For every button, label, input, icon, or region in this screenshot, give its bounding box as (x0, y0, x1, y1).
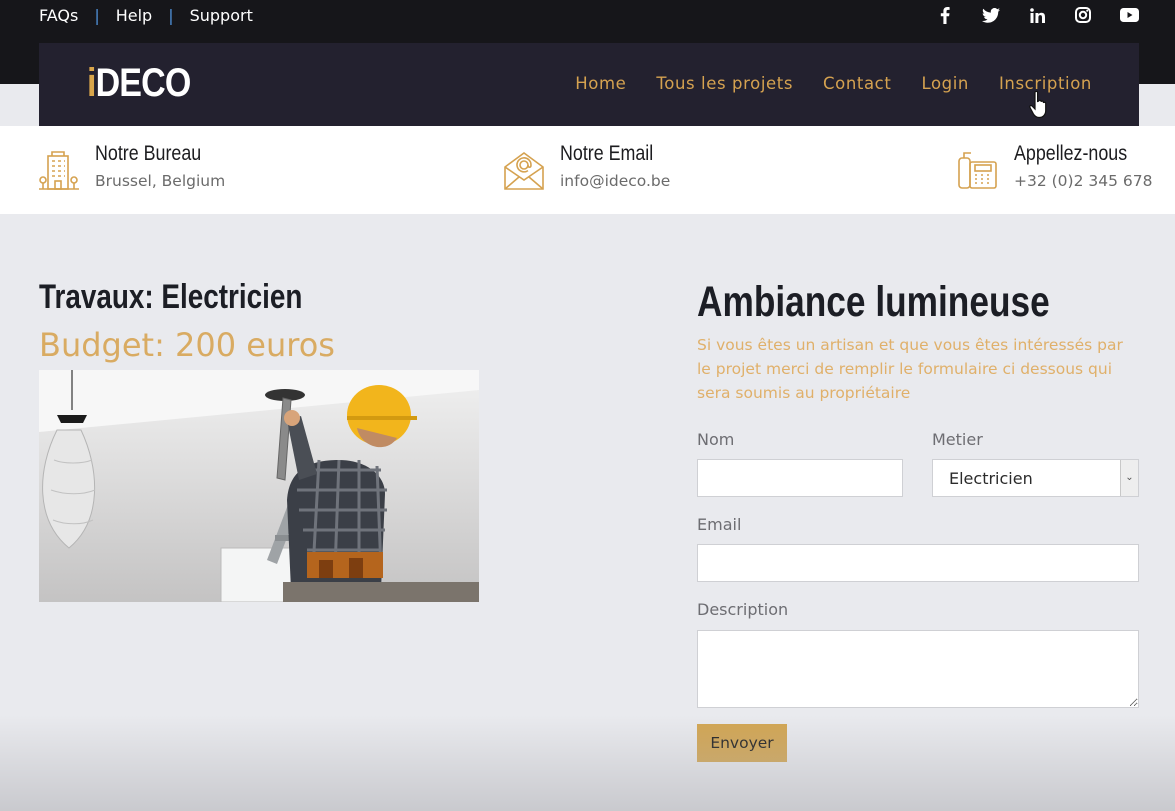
phone-info: Appellez-nous +32 (0)2 345 678 (958, 142, 1152, 192)
separator: | (94, 6, 100, 25)
email-info: Notre Email info@ideco.be (504, 142, 670, 192)
envelope-icon (504, 152, 544, 190)
submit-button[interactable]: Envoyer (697, 724, 787, 762)
nom-label: Nom (697, 430, 735, 449)
email-value[interactable]: info@ideco.be (560, 172, 670, 190)
instagram-icon[interactable] (1073, 5, 1093, 25)
email-title: Notre Email (560, 142, 654, 165)
office-value: Brussel, Belgium (95, 172, 226, 190)
nom-input[interactable] (697, 459, 903, 497)
linkedin-icon[interactable] (1027, 5, 1047, 25)
building-icon (39, 151, 79, 190)
email-label: Email (697, 515, 742, 534)
office-title: Notre Bureau (95, 142, 202, 165)
support-link[interactable]: Support (190, 6, 253, 25)
phone-title: Appellez-nous (1014, 142, 1128, 165)
logo[interactable]: iDECO (87, 61, 192, 106)
email-input[interactable] (697, 544, 1139, 582)
faqs-link[interactable]: FAQs (39, 6, 78, 25)
social-links (935, 5, 1139, 25)
facebook-icon[interactable] (935, 5, 955, 25)
phone-value[interactable]: +32 (0)2 345 678 (1014, 172, 1152, 190)
nav-menu: Home Tous les projets Contact Login Insc… (575, 74, 1092, 93)
main-navbar: iDECO Home Tous les projets Contact Logi… (39, 43, 1139, 126)
chevron-down-icon[interactable]: ⌄ (1120, 460, 1138, 496)
twitter-icon[interactable] (981, 5, 1001, 25)
project-title: Travaux: Electricien (39, 278, 303, 316)
metier-selected-value: Electricien (949, 469, 1033, 488)
form-title: Ambiance lumineuse (697, 278, 1050, 326)
metier-select[interactable]: Electricien ⌄ (932, 459, 1139, 497)
youtube-icon[interactable] (1119, 5, 1139, 25)
nav-projects[interactable]: Tous les projets (656, 74, 793, 93)
project-photo (39, 370, 479, 602)
nav-login[interactable]: Login (921, 74, 969, 93)
top-links: FAQs | Help | Support (39, 6, 253, 25)
project-budget: Budget: 200 euros (39, 326, 335, 364)
separator: | (168, 6, 174, 25)
form-description: Si vous êtes un artisan et que vous êtes… (697, 336, 1123, 402)
nav-home[interactable]: Home (575, 74, 626, 93)
hand-cursor-icon (1029, 90, 1047, 119)
logo-accent: i (87, 61, 96, 105)
help-link[interactable]: Help (116, 6, 152, 25)
logo-text: DECO (95, 61, 192, 105)
description-textarea[interactable] (697, 630, 1139, 708)
metier-label: Metier (932, 430, 983, 449)
nav-contact[interactable]: Contact (823, 74, 891, 93)
info-strip: Notre Bureau Brussel, Belgium Notre Emai… (0, 126, 1175, 214)
bottom-fade (0, 715, 1175, 811)
phone-icon (958, 152, 997, 189)
electrician-illustration (39, 370, 479, 602)
office-info: Notre Bureau Brussel, Belgium (39, 142, 225, 192)
description-label: Description (697, 600, 789, 619)
